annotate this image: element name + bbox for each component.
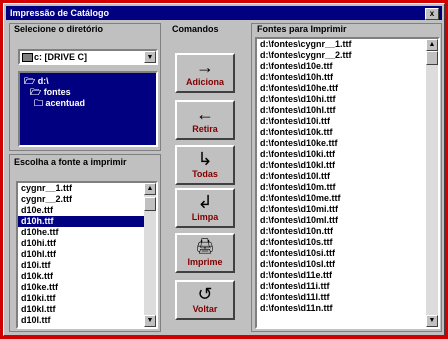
print-list-items: d:\fontes\cygnr__1.ttf d:\fontes\cygnr__2… [257, 39, 438, 314]
print-list-scrollbar[interactable]: ▲ ▼ [426, 39, 438, 327]
folder-icon: 🗀 [34, 98, 44, 108]
print-list-item[interactable]: d:\fontes\d11n.ttf [257, 303, 438, 314]
print-list-item[interactable]: d:\fontes\d10mi.ttf [257, 204, 438, 215]
title-bar: Impressão de Catálogo x [6, 6, 442, 20]
font-list-item[interactable]: d10hi.ttf [18, 238, 156, 249]
printer-icon: 🖨 [195, 238, 215, 255]
print-list-item[interactable]: d:\fontes\d10e.ttf [257, 61, 438, 72]
print-list-item[interactable]: d:\fontes\d10i.ttf [257, 116, 438, 127]
arrow-left-icon: ← [196, 104, 214, 124]
print-list-item[interactable]: d:\fontes\d10hl.ttf [257, 105, 438, 116]
print-list-item[interactable]: d:\fontes\d10k.ttf [257, 127, 438, 138]
print-button[interactable]: 🖨 Imprime [175, 233, 235, 273]
add-all-button[interactable]: ↳ Todas [175, 145, 235, 185]
directory-label: Selecione o diretório [14, 24, 104, 34]
scroll-thumb[interactable] [426, 51, 438, 65]
print-list-item[interactable]: d:\fontes\d10he.ttf [257, 83, 438, 94]
print-list-item[interactable]: d:\fontes\d10me.ttf [257, 193, 438, 204]
font-list-item[interactable]: d10l.ttf [18, 315, 156, 326]
print-list-item[interactable]: d:\fontes\d11i.ttf [257, 281, 438, 292]
font-list-item[interactable]: cygnr__1.ttf [18, 183, 156, 194]
font-list-item[interactable]: cygnr__2.ttf [18, 194, 156, 205]
font-list-item[interactable]: d10kl.ttf [18, 304, 156, 315]
font-list-items: cygnr__1.ttf cygnr__2.ttf d10e.ttf d10h.ttf… [18, 183, 156, 326]
scroll-down-icon[interactable]: ▼ [144, 315, 156, 327]
folder-open-icon: 🗁 [30, 87, 42, 97]
remove-button[interactable]: ← Retira [175, 100, 235, 140]
add-button[interactable]: → Adiciona [175, 53, 235, 93]
window-title: Impressão de Catálogo [10, 8, 110, 18]
screen-frame: Impressão de Catálogo x Selecione o dire… [0, 0, 448, 339]
back-button[interactable]: ↺ Voltar [175, 280, 235, 320]
scroll-up-icon[interactable]: ▲ [144, 183, 156, 195]
print-list-item[interactable]: d:\fontes\d10ke.ttf [257, 138, 438, 149]
close-button[interactable]: x [425, 8, 439, 20]
clear-button[interactable]: ↲ Limpa [175, 188, 235, 228]
font-list-scrollbar[interactable]: ▲ ▼ [144, 183, 156, 327]
print-list-item[interactable]: d:\fontes\cygnr__1.ttf [257, 39, 438, 50]
print-list-item[interactable]: d:\fontes\d11l.ttf [257, 292, 438, 303]
scroll-thumb[interactable] [144, 197, 156, 211]
font-list[interactable]: cygnr__1.ttf cygnr__2.ttf d10e.ttf d10h.ttf… [16, 181, 158, 329]
font-list-item[interactable]: d10i.ttf [18, 260, 156, 271]
arrow-down-right-icon: ↳ [197, 149, 213, 169]
print-list-item[interactable]: d:\fontes\d10l.ttf [257, 171, 438, 182]
font-list-item[interactable]: d10k.ttf [18, 271, 156, 282]
undo-icon: ↺ [197, 284, 213, 304]
print-list-item[interactable]: d:\fontes\d10kl.ttf [257, 160, 438, 171]
drive-icon [22, 53, 33, 62]
directory-tree[interactable]: 🗁 d:\ 🗁 fontes 🗀 acentuad [18, 71, 158, 147]
font-list-item[interactable]: d10ki.ttf [18, 293, 156, 304]
print-list-label: Fontes para Imprimir [257, 24, 347, 34]
print-list-item[interactable]: d:\fontes\d11e.ttf [257, 270, 438, 281]
catalog-print-window: Impressão de Catálogo x Selecione o dire… [3, 3, 445, 336]
print-list[interactable]: d:\fontes\cygnr__1.ttf d:\fontes\cygnr__2… [255, 37, 440, 329]
drive-select[interactable]: c: [DRIVE C] ▼ [18, 49, 158, 65]
tree-item-acentuad[interactable]: 🗀 acentuad [34, 98, 85, 109]
print-list-item[interactable]: d:\fontes\d10si.ttf [257, 248, 438, 259]
print-list-item[interactable]: d:\fontes\d10sl.ttf [257, 259, 438, 270]
font-list-item[interactable]: d10ke.ttf [18, 282, 156, 293]
commands-label: Comandos [172, 24, 219, 34]
print-list-item[interactable]: d:\fontes\cygnr__2.ttf [257, 50, 438, 61]
font-chooser-label: Escolha a fonte a imprimir [14, 157, 127, 167]
print-list-item[interactable]: d:\fontes\d10ki.ttf [257, 149, 438, 160]
print-list-item[interactable]: d:\fontes\d10s.ttf [257, 237, 438, 248]
print-list-item[interactable]: d:\fontes\d10hi.ttf [257, 94, 438, 105]
print-list-item[interactable]: d:\fontes\d10h.ttf [257, 72, 438, 83]
print-list-item[interactable]: d:\fontes\d10n.ttf [257, 226, 438, 237]
print-list-item[interactable]: d:\fontes\d10ml.ttf [257, 215, 438, 226]
scroll-down-icon[interactable]: ▼ [426, 315, 438, 327]
font-list-item[interactable]: d10e.ttf [18, 205, 156, 216]
font-list-item[interactable]: d10hl.ttf [18, 249, 156, 260]
drive-value: c: [DRIVE C] [34, 52, 88, 62]
arrow-right-icon: → [196, 57, 214, 77]
scroll-up-icon[interactable]: ▲ [426, 39, 438, 51]
font-list-item[interactable]: d10he.ttf [18, 227, 156, 238]
font-list-item[interactable]: d10h.ttf [18, 216, 156, 227]
tree-item-root[interactable]: 🗁 d:\ [24, 76, 49, 87]
folder-open-icon: 🗁 [24, 76, 36, 86]
chevron-down-icon[interactable]: ▼ [144, 51, 156, 63]
tree-item-fontes[interactable]: 🗁 fontes [30, 87, 71, 98]
print-list-item[interactable]: d:\fontes\d10m.ttf [257, 182, 438, 193]
return-left-icon: ↲ [197, 192, 213, 212]
